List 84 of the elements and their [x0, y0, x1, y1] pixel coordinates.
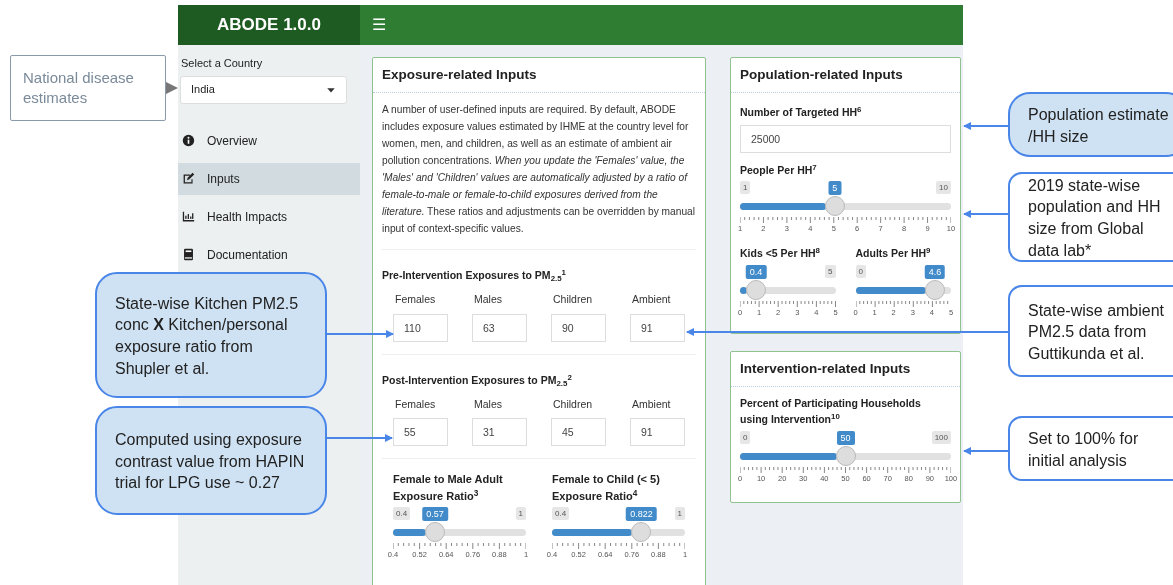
slider-max-label: 1	[515, 507, 526, 521]
slider-max-label: 10	[936, 181, 951, 194]
field-label: Ambient	[631, 396, 672, 412]
info-icon	[182, 134, 195, 147]
slider-fill	[393, 529, 426, 537]
field-label: Children	[552, 292, 594, 307]
field-label: Females	[394, 396, 437, 412]
slider-fill	[855, 287, 926, 294]
field-label: Children	[552, 396, 594, 412]
slider-label: People Per HH$^{7}$	[740, 163, 817, 178]
slider-label: Adults Per HH$^{9}$	[855, 246, 931, 262]
slider-value-label: 4.6	[924, 265, 946, 279]
slider[interactable]	[740, 280, 836, 300]
slider-min-label: 0	[855, 265, 866, 278]
slider[interactable]	[552, 522, 685, 543]
nav-item[interactable]: Overview	[178, 124, 360, 157]
slider-thumb[interactable]	[424, 522, 445, 543]
number-input[interactable]: 31	[472, 418, 527, 447]
slider-thumb[interactable]	[924, 280, 945, 300]
field-label: Number of Targeted HH$^{6}$	[740, 105, 862, 121]
slider-max-label: 5	[825, 265, 836, 278]
panel-title: Population-related Inputs	[731, 58, 960, 94]
arrow	[326, 434, 393, 442]
annotation-callout: State-wise ambient PM2.5 data from Guttikunda et al.	[1008, 285, 1173, 377]
arrow	[326, 330, 394, 338]
arrow	[963, 122, 1009, 130]
slider-value-label: 0.822	[626, 507, 657, 522]
slider-thumb[interactable]	[746, 280, 767, 300]
slider-value-label: 0.4	[745, 265, 767, 279]
annotation-callout: National disease estimates	[10, 55, 166, 121]
field-label: Males	[473, 396, 503, 412]
nav-item[interactable]: Inputs	[178, 162, 360, 195]
annotation-callout: Population estimate /HH size	[1008, 92, 1173, 157]
annotation-callout: 2019 state-wise population and HH size from Global data lab*	[1008, 172, 1173, 262]
slider[interactable]	[855, 280, 951, 300]
slider-thumb[interactable]	[631, 522, 652, 543]
number-input[interactable]: 110	[393, 313, 448, 342]
annotation-callout: Computed using exposure contrast value from HAPIN trial for LPG use ~ 0.27	[95, 406, 327, 515]
field-label: Select a Country	[180, 56, 263, 71]
arrow	[963, 447, 1009, 455]
number-input[interactable]: 63	[472, 313, 527, 342]
slider-min-label: 0.4	[393, 507, 411, 521]
panel-title: Intervention-related Inputs	[731, 352, 960, 388]
nav-item[interactable]: Health Impacts	[178, 200, 360, 233]
text-input[interactable]: 25000	[740, 125, 951, 153]
pointer-icon	[166, 82, 178, 94]
slider-thumb[interactable]	[824, 196, 845, 216]
slider-value-label: 50	[836, 431, 855, 446]
slider-max-label: 100	[931, 431, 951, 445]
edit-icon	[182, 172, 195, 185]
nav-item[interactable]: Documentation	[178, 238, 360, 271]
book-icon	[182, 248, 195, 261]
country-select[interactable]: India	[180, 75, 347, 104]
annotation-callout: State-wise Kitchen PM2.5 conc X Kitchen/personal exposure ratio from Shupler et al.	[95, 272, 327, 398]
number-input[interactable]: 91	[630, 313, 685, 342]
slider[interactable]	[393, 522, 526, 543]
annotation-callout: Set to 100% for initial analysis	[1008, 416, 1173, 481]
number-input[interactable]: 90	[551, 313, 606, 342]
intro-paragraph: A number of user-defined inputs are required. By default, ABODE includes exposure values estimated by IHME at the country level for women, men, and children, as well as an estimate of ambient air pollution concentrations. When you update the 'Females' value, the 'Males' and 'Children' values are automatically adjusted by a ratio of female-to-male or female-to-child exposures derived from the literature. These ratios and adjustments can be overridden by manual input of context-specific values.	[382, 103, 696, 237]
slider-min-label: 0	[740, 431, 751, 445]
slider-label: Percent of Participating Households using Intervention$^{10}$	[740, 396, 922, 428]
slider-fill	[740, 287, 748, 294]
slider-label: Female to Male Adult Exposure Ratio$^{3}$	[393, 472, 504, 505]
field-label: Ambient	[631, 292, 672, 307]
number-input[interactable]: 91	[630, 418, 685, 447]
slider-max-label: 1	[674, 507, 685, 521]
app-title: ABODE 1.0.0	[217, 14, 321, 37]
menu-icon[interactable]: ☰	[372, 13, 386, 37]
number-input[interactable]: 45	[551, 418, 606, 447]
slider-label: Kids <5 Per HH$^{8}$	[740, 246, 820, 262]
slider-value-label: 5	[828, 181, 842, 195]
slider-min-label: 0.4	[552, 507, 570, 521]
slider-value-label: 0.57	[422, 507, 448, 522]
panel-title: Exposure-related Inputs	[373, 58, 705, 94]
number-input[interactable]: 55	[393, 418, 448, 447]
slider-label: Female to Child (< 5) Exposure Ratio$^{4}$	[552, 472, 661, 505]
slider-thumb[interactable]	[835, 446, 856, 467]
bar-chart-icon	[182, 210, 195, 223]
slider-min-label: 1	[740, 181, 751, 194]
field-label: Males	[473, 292, 503, 307]
slider[interactable]	[740, 446, 951, 467]
arrow	[963, 210, 1009, 218]
slider[interactable]	[740, 196, 951, 216]
field-label: Females	[394, 292, 437, 307]
